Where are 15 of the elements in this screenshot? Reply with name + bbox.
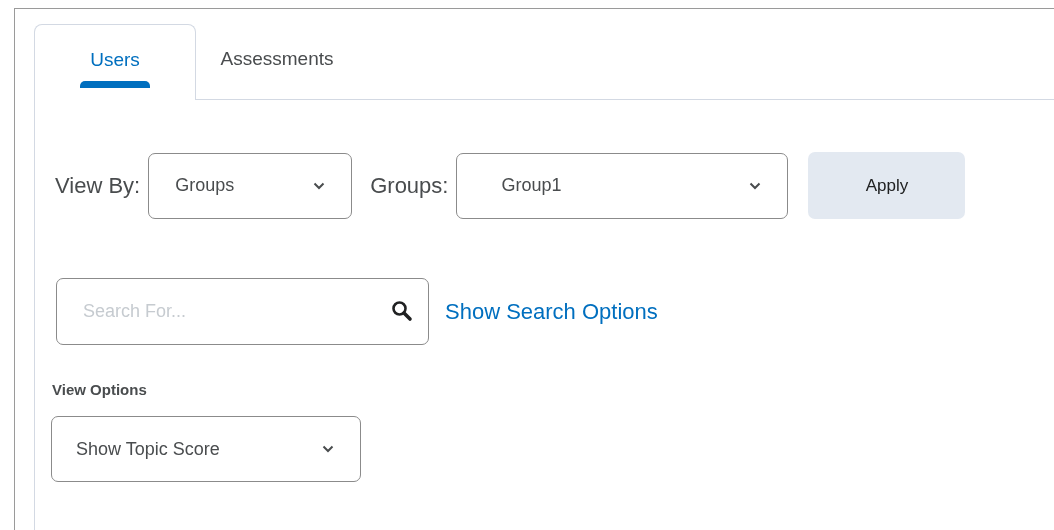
view-by-label: View By: xyxy=(55,172,141,199)
group-dropdown[interactable]: Group1 xyxy=(456,152,789,219)
groups-label: Groups: xyxy=(370,172,449,199)
search-field[interactable]: Search For... xyxy=(56,278,429,345)
search-icon xyxy=(391,300,413,322)
chevron-down-icon xyxy=(322,445,334,453)
show-search-options-link[interactable]: Show Search Options xyxy=(445,298,658,325)
chevron-down-icon xyxy=(749,181,762,190)
view-options-label: View Options xyxy=(52,381,148,398)
tab[interactable]: Users xyxy=(34,24,196,100)
chevron-down-icon xyxy=(313,181,326,190)
view-options-dropdown[interactable]: Show Topic Score xyxy=(51,416,361,482)
apply-button[interactable]: Apply xyxy=(808,152,966,219)
view-by-dropdown[interactable]: Groups xyxy=(148,152,353,219)
tab[interactable]: Assessments xyxy=(196,24,358,100)
